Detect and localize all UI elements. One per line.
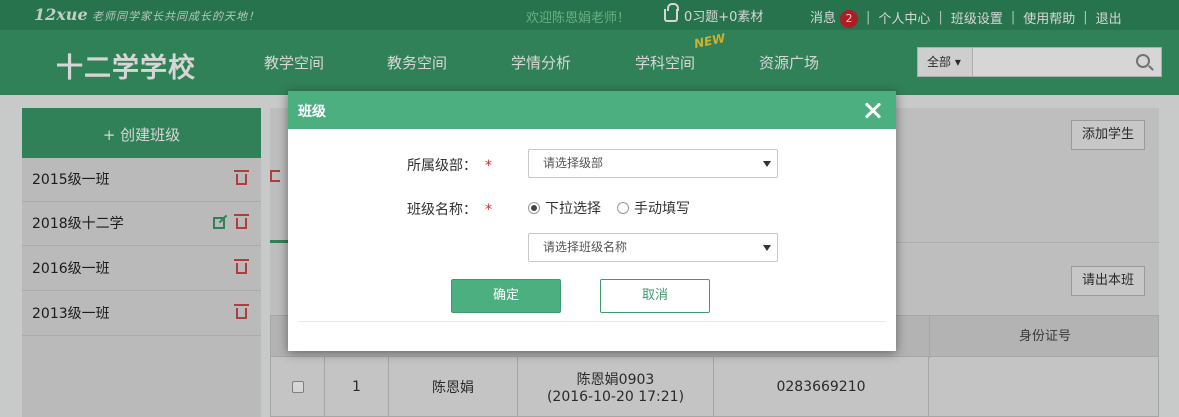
- close-icon[interactable]: [864, 101, 882, 119]
- confirm-button[interactable]: 确定: [451, 279, 561, 313]
- radio-manual[interactable]: [617, 202, 629, 214]
- class-name-mode: 下拉选择 手动填写: [528, 198, 690, 218]
- modal-header: 班级: [288, 91, 896, 129]
- radio-dropdown[interactable]: [528, 202, 540, 214]
- chevron-down-icon: [763, 245, 771, 251]
- class-modal: 班级 所属级部： * 请选择级部 班级名称： * 下拉选择 手动填写 请选择班级名称…: [288, 91, 896, 351]
- class-name-select[interactable]: 请选择班级名称: [528, 233, 778, 262]
- grade-select[interactable]: 请选择级部: [528, 149, 778, 178]
- radio-manual-label[interactable]: 手动填写: [634, 198, 690, 218]
- cancel-button[interactable]: 取消: [600, 279, 710, 313]
- class-name-label: 班级名称： *: [407, 202, 492, 218]
- chevron-down-icon: [763, 161, 771, 167]
- modal-footer-divider: [298, 321, 886, 322]
- modal-title: 班级: [298, 104, 326, 120]
- radio-dropdown-label[interactable]: 下拉选择: [545, 198, 601, 218]
- grade-label: 所属级部： *: [407, 158, 492, 174]
